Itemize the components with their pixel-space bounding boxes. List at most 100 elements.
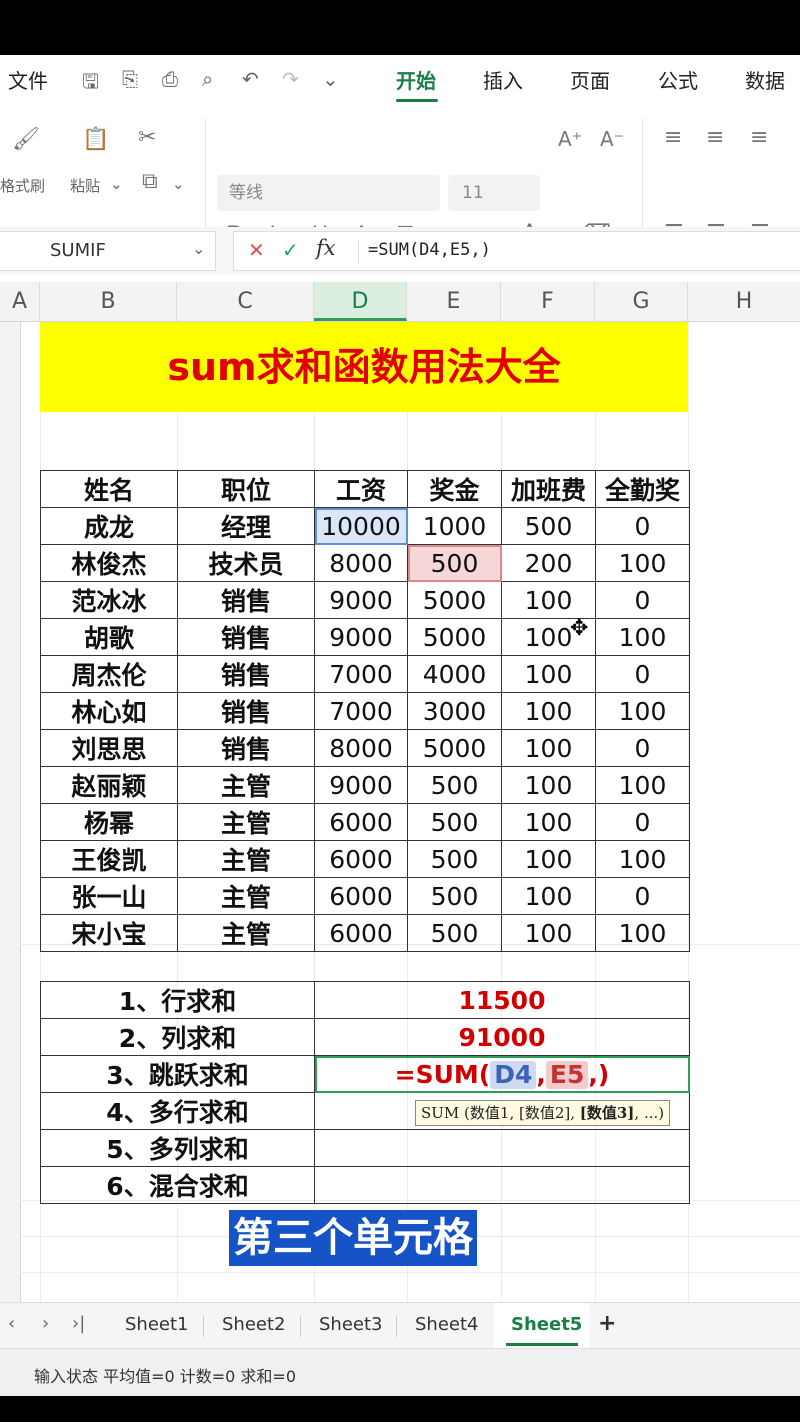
summary-value[interactable] (314, 1129, 690, 1167)
cell[interactable]: 0 (595, 507, 690, 545)
cell[interactable]: 主管 (177, 840, 315, 878)
cell[interactable]: 1000 (407, 507, 502, 545)
formula-input-box[interactable]: ✕ ✓ fx =SUM(D4,E5,) (233, 231, 800, 271)
cell[interactable]: 0 (595, 729, 690, 767)
cell[interactable]: 销售 (177, 729, 315, 767)
align-middle-icon[interactable]: ≡ (706, 125, 724, 150)
row-header[interactable] (0, 322, 21, 1302)
increase-font-icon[interactable]: A⁺ (558, 127, 582, 151)
cell[interactable]: 张一山 (40, 877, 178, 915)
cell[interactable]: 7000 (314, 692, 408, 730)
header-cell[interactable]: 全勤奖 (595, 470, 690, 508)
cell[interactable]: 100 (501, 877, 596, 915)
cell[interactable]: 100 (501, 729, 596, 767)
cell[interactable]: 成龙 (40, 507, 178, 545)
cell[interactable]: 6000 (314, 914, 408, 952)
copy-icon[interactable]: ⧉ (142, 169, 158, 194)
more-chevron-down-icon[interactable]: ⌄ (322, 67, 339, 91)
column-header-e[interactable]: E (407, 282, 501, 321)
cell[interactable]: 500 (501, 507, 596, 545)
cell[interactable]: 9000 (314, 766, 408, 804)
format-painter-label[interactable]: 格式刷 (0, 175, 45, 196)
cell[interactable]: 6000 (314, 877, 408, 915)
cell-d4-referenced[interactable]: 10000 (314, 507, 408, 545)
cell[interactable]: 9000 (314, 581, 408, 619)
header-cell[interactable]: 工资 (314, 470, 408, 508)
cell[interactable]: 0 (595, 803, 690, 841)
tab-data[interactable]: 数据 (745, 65, 785, 94)
cell[interactable]: 技术员 (177, 544, 315, 582)
prev-sheet-icon[interactable]: ‹ (8, 1313, 15, 1334)
name-box[interactable]: SUMIF (0, 231, 216, 271)
cell[interactable]: 100 (501, 803, 596, 841)
paste-chevron-down-icon[interactable]: ⌄ (110, 175, 123, 193)
paste-label[interactable]: 粘贴 (70, 175, 100, 196)
column-header-d[interactable]: D (314, 282, 407, 321)
cell[interactable]: 100 (595, 914, 690, 952)
tab-page[interactable]: 页面 (570, 65, 610, 94)
cell[interactable]: 0 (595, 655, 690, 693)
align-bottom-icon[interactable]: ≡ (750, 125, 768, 150)
cell[interactable]: 林俊杰 (40, 544, 178, 582)
menu-file[interactable]: 文件 (8, 65, 48, 94)
sheet-tab-4[interactable]: Sheet4 (415, 1314, 479, 1335)
copy-chevron-down-icon[interactable]: ⌄ (172, 175, 185, 193)
undo-icon[interactable]: ↶ (242, 67, 259, 91)
name-box-chevron-down-icon[interactable]: ⌄ (192, 239, 205, 258)
print-icon[interactable]: ⎙ (162, 67, 178, 91)
cell[interactable]: 胡歌 (40, 618, 178, 656)
cell[interactable]: 王俊凯 (40, 840, 178, 878)
cell[interactable]: 500 (407, 877, 502, 915)
cell[interactable]: 销售 (177, 581, 315, 619)
cell[interactable]: 100 (501, 840, 596, 878)
cell[interactable]: 林心如 (40, 692, 178, 730)
cell[interactable]: 杨幂 (40, 803, 178, 841)
cell[interactable]: 7000 (314, 655, 408, 693)
cell[interactable]: 8000 (314, 729, 408, 767)
cell[interactable]: 销售 (177, 655, 315, 693)
font-name-select[interactable]: 等线 (217, 175, 440, 211)
cell[interactable]: 主管 (177, 803, 315, 841)
cell[interactable]: 0 (595, 877, 690, 915)
cell[interactable]: 100 (595, 692, 690, 730)
cancel-icon[interactable]: ✕ (248, 238, 265, 262)
cell[interactable]: 100 (595, 544, 690, 582)
column-header-h[interactable]: H (688, 282, 800, 321)
sheet-tab-1[interactable]: Sheet1 (125, 1314, 189, 1335)
summary-value[interactable]: 91000 (314, 1018, 690, 1056)
cell[interactable]: 0 (595, 581, 690, 619)
cell[interactable]: 刘思思 (40, 729, 178, 767)
cell[interactable]: 100 (501, 655, 596, 693)
cell[interactable]: 3000 (407, 692, 502, 730)
format-painter-icon[interactable]: 🖌 (12, 127, 40, 152)
cell[interactable]: 9000 (314, 618, 408, 656)
cell[interactable]: 主管 (177, 766, 315, 804)
cut-icon[interactable]: ✂ (138, 125, 156, 150)
next-sheet-icon[interactable]: › (42, 1313, 49, 1334)
cell[interactable]: 主管 (177, 877, 315, 915)
sheet-title[interactable]: sum求和函数用法大全 (40, 322, 688, 412)
summary-label[interactable]: 4、多行求和 (40, 1092, 315, 1130)
redo-icon[interactable]: ↷ (282, 67, 299, 91)
confirm-icon[interactable]: ✓ (282, 238, 299, 262)
summary-label[interactable]: 3、跳跃求和 (40, 1055, 315, 1093)
cell[interactable]: 500 (407, 803, 502, 841)
paste-icon[interactable]: 📋 (82, 127, 109, 152)
column-header-g[interactable]: G (595, 282, 688, 321)
cell[interactable]: 宋小宝 (40, 914, 178, 952)
cell[interactable]: 范冰冰 (40, 581, 178, 619)
cell[interactable]: 500 (407, 840, 502, 878)
column-header-c[interactable]: C (177, 282, 314, 321)
cell-e5-referenced[interactable]: 500 (407, 544, 502, 582)
header-cell[interactable]: 职位 (177, 470, 315, 508)
share-icon[interactable]: ⎘ (122, 67, 138, 91)
cell[interactable]: 周杰伦 (40, 655, 178, 693)
cell[interactable]: 6000 (314, 840, 408, 878)
cell[interactable]: 销售 (177, 618, 315, 656)
tab-home[interactable]: 开始 (396, 65, 436, 94)
cell[interactable]: 100 (595, 840, 690, 878)
cell[interactable]: 经理 (177, 507, 315, 545)
cell[interactable]: 5000 (407, 618, 502, 656)
decrease-font-icon[interactable]: A⁻ (600, 127, 624, 151)
summary-value[interactable] (314, 1166, 690, 1204)
